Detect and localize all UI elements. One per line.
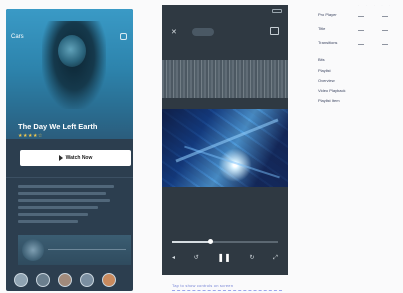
screen-item[interactable]: Title xyxy=(318,26,325,31)
screen-item[interactable]: Transitions xyxy=(318,40,337,45)
screen-item[interactable]: Playlist xyxy=(318,68,331,73)
watch-now-label: Watch Now xyxy=(65,155,93,161)
player-controls: ◂ ↺ ❚❚ ↻ ⤢ xyxy=(162,237,288,275)
light-beam xyxy=(184,145,280,179)
cast-icon[interactable] xyxy=(270,27,279,35)
marker xyxy=(358,44,364,45)
cast-avatar[interactable] xyxy=(14,273,28,287)
marker xyxy=(358,16,364,17)
video-player-screen: ✕ ◂ ↺ ❚❚ ↻ ⤢ xyxy=(162,5,288,275)
trailer-progress xyxy=(48,249,126,250)
rewind-icon[interactable]: ↺ xyxy=(194,255,199,261)
screen-item[interactable]: Pro Player xyxy=(318,12,337,17)
screen-list: · · · · · Pro Player Title Transitions B… xyxy=(318,0,403,293)
screen-item[interactable]: Overview xyxy=(318,78,335,83)
marker xyxy=(382,44,388,45)
trailer-card[interactable] xyxy=(18,235,131,265)
screen-item[interactable]: Bits xyxy=(318,57,325,62)
seek-bar-fill xyxy=(172,241,211,243)
description-text xyxy=(18,185,118,227)
marker xyxy=(382,30,388,31)
video-frame[interactable] xyxy=(162,109,288,187)
close-icon[interactable]: ✕ xyxy=(171,28,177,36)
movie-title: The Day We Left Earth xyxy=(18,122,98,131)
rating-stars: ★★★★☆ xyxy=(18,133,43,139)
cast-avatar[interactable] xyxy=(80,273,94,287)
fullscreen-icon[interactable]: ⤢ xyxy=(273,255,278,261)
canvas: Cars The Day We Left Earth ★★★★☆ Watch N… xyxy=(0,0,403,293)
light-beam xyxy=(175,118,279,163)
movie-detail-screen: Cars The Day We Left Earth ★★★★☆ Watch N… xyxy=(6,9,133,291)
episode-pill[interactable] xyxy=(192,28,214,36)
filmstrip xyxy=(162,60,288,98)
cast-avatar[interactable] xyxy=(58,273,72,287)
cast-avatar[interactable] xyxy=(36,273,50,287)
divider xyxy=(6,177,133,178)
screen-item[interactable]: Playlist Item xyxy=(318,98,340,103)
back-button[interactable]: Cars xyxy=(11,34,24,40)
seek-bar[interactable] xyxy=(172,239,278,244)
poster-figure xyxy=(58,35,86,67)
hero-poster xyxy=(6,9,133,139)
favorite-icon[interactable] xyxy=(120,33,127,40)
pause-icon[interactable]: ❚❚ xyxy=(217,254,230,262)
watch-now-button[interactable]: Watch Now xyxy=(20,150,131,166)
trailer-thumbnail xyxy=(22,239,44,261)
seek-knob[interactable] xyxy=(208,239,214,244)
annotation-caption: Tap to show controls on screen xyxy=(172,283,282,291)
playback-buttons: ◂ ↺ ❚❚ ↻ ⤢ xyxy=(172,254,278,262)
marker xyxy=(358,30,364,31)
battery-icon xyxy=(272,9,282,13)
screen-item[interactable]: Video Playback xyxy=(318,88,346,93)
play-icon xyxy=(58,155,63,161)
cast-avatar[interactable] xyxy=(102,273,116,287)
marker xyxy=(382,16,388,17)
cast-list xyxy=(14,273,116,287)
forward-icon[interactable]: ↻ xyxy=(249,255,254,261)
volume-icon[interactable]: ◂ xyxy=(172,255,175,261)
decorative-dots: · · · · · xyxy=(358,3,394,7)
